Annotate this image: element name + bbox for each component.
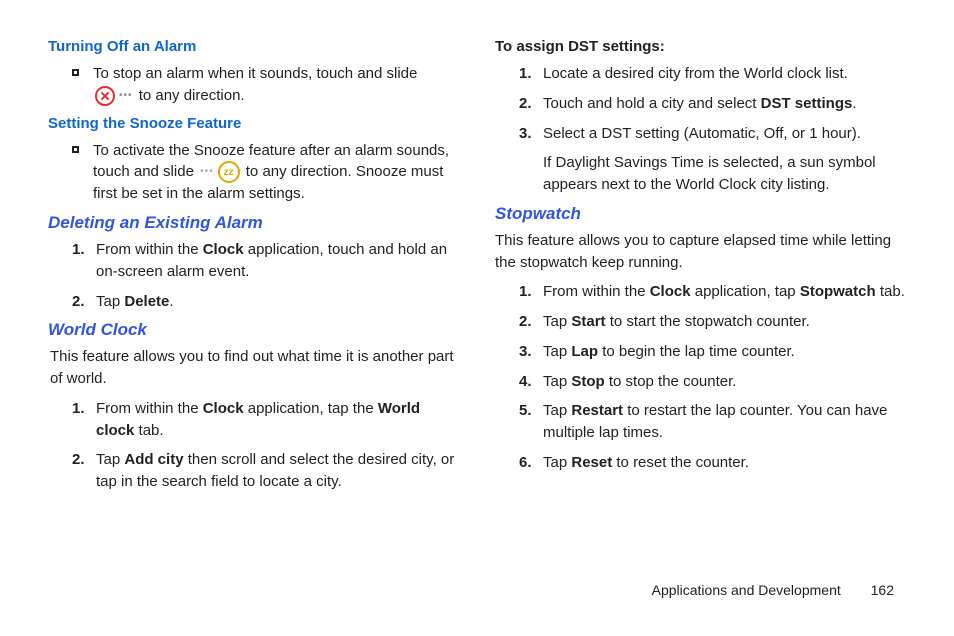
bullet-stop-alarm: To stop an alarm when it sounds, touch a… [72, 63, 459, 107]
text: tab. [134, 422, 163, 439]
footer-section: Applications and Development [652, 582, 841, 598]
text: Tap [543, 402, 571, 419]
bold-text: Stop [571, 373, 604, 390]
step-number: 2. [72, 449, 96, 471]
step-dst-2: 2. Touch and hold a city and select DST … [519, 93, 906, 115]
bold-text: Clock [203, 400, 244, 417]
heading-dst-settings: To assign DST settings: [495, 38, 906, 55]
step-number: 1. [519, 281, 543, 303]
step-text: Tap Delete. [96, 291, 174, 313]
bold-text: Delete [124, 293, 169, 310]
step-text: Tap Reset to reset the counter. [543, 452, 749, 474]
step-number: 2. [72, 291, 96, 313]
step-text: From within the Clock application, tap t… [96, 398, 459, 442]
square-bullet-icon [72, 69, 79, 76]
step-worldclock-1: 1. From within the Clock application, ta… [72, 398, 459, 442]
bold-text: DST settings [761, 95, 853, 112]
bullet-text: To stop an alarm when it sounds, touch a… [93, 63, 417, 107]
text: to any direction. [139, 87, 245, 104]
text: From within the [96, 241, 203, 258]
step-number: 6. [519, 452, 543, 474]
heading-world-clock: World Clock [48, 320, 459, 340]
snooze-zz-icon: zz [218, 161, 240, 183]
heading-deleting-alarm: Deleting an Existing Alarm [48, 213, 459, 233]
text: Tap [543, 313, 571, 330]
text: tab. [876, 283, 905, 300]
text: Tap [543, 373, 571, 390]
bold-text: Start [571, 313, 605, 330]
page-columns: Turning Off an Alarm To stop an alarm wh… [48, 38, 906, 501]
step-worldclock-2: 2. Tap Add city then scroll and select t… [72, 449, 459, 493]
step-number: 1. [72, 398, 96, 420]
heading-turning-off-alarm: Turning Off an Alarm [48, 38, 459, 55]
step-text: Tap Stop to stop the counter. [543, 371, 736, 393]
text: Tap [96, 293, 124, 310]
step-text: Locate a desired city from the World clo… [543, 63, 848, 85]
step-number: 1. [519, 63, 543, 85]
heading-snooze-feature: Setting the Snooze Feature [48, 115, 459, 132]
step-number: 1. [72, 239, 96, 261]
step-sw-1: 1. From within the Clock application, ta… [519, 281, 906, 303]
text: . [852, 95, 856, 112]
step-text: Touch and hold a city and select DST set… [543, 93, 857, 115]
text: application, tap the [244, 400, 378, 417]
step-number: 5. [519, 400, 543, 422]
step-number: 3. [519, 123, 543, 145]
text: To stop an alarm when it sounds, touch a… [93, 65, 417, 82]
bullet-snooze: To activate the Snooze feature after an … [72, 140, 459, 206]
step-text: From within the Clock application, tap S… [543, 281, 905, 303]
world-clock-intro: This feature allows you to find out what… [50, 346, 459, 390]
right-column: To assign DST settings: 1. Locate a desi… [495, 38, 906, 501]
text: From within the [96, 400, 203, 417]
bold-text: Add city [124, 451, 183, 468]
text: Tap [543, 343, 571, 360]
bullet-text: To activate the Snooze feature after an … [93, 140, 459, 206]
text: Tap [96, 451, 124, 468]
step-dst-1: 1. Locate a desired city from the World … [519, 63, 906, 85]
step-text: Select a DST setting (Automatic, Off, or… [543, 123, 861, 145]
text: Tap [543, 454, 571, 471]
step-text: From within the Clock application, touch… [96, 239, 459, 283]
text: to reset the counter. [612, 454, 749, 471]
text: From within the [543, 283, 650, 300]
page-footer: Applications and Development 162 [652, 582, 894, 598]
step-number: 4. [519, 371, 543, 393]
step-dst-3: 3. Select a DST setting (Automatic, Off,… [519, 123, 906, 145]
step-number: 3. [519, 341, 543, 363]
square-bullet-icon [72, 146, 79, 153]
step-delete-2: 2. Tap Delete. [72, 291, 459, 313]
step-dst-3-cont: If Daylight Savings Time is selected, a … [543, 152, 906, 196]
step-text: Tap Add city then scroll and select the … [96, 449, 459, 493]
text: application, tap [691, 283, 800, 300]
step-text: Tap Start to start the stopwatch counter… [543, 311, 810, 333]
left-column: Turning Off an Alarm To stop an alarm wh… [48, 38, 459, 501]
dismiss-x-icon [95, 86, 115, 106]
page-number: 162 [871, 582, 894, 598]
step-sw-3: 3. Tap Lap to begin the lap time counter… [519, 341, 906, 363]
text: to stop the counter. [605, 373, 737, 390]
bold-text: Lap [571, 343, 598, 360]
heading-stopwatch: Stopwatch [495, 204, 906, 224]
text: Touch and hold a city and select [543, 95, 761, 112]
step-text: Tap Restart to restart the lap counter. … [543, 400, 906, 444]
stopwatch-intro: This feature allows you to capture elaps… [495, 230, 906, 274]
step-sw-5: 5. Tap Restart to restart the lap counte… [519, 400, 906, 444]
bold-text: Stopwatch [800, 283, 876, 300]
text: . [169, 293, 173, 310]
step-sw-6: 6. Tap Reset to reset the counter. [519, 452, 906, 474]
step-sw-2: 2. Tap Start to start the stopwatch coun… [519, 311, 906, 333]
swipe-dots-icon: ••• [200, 165, 214, 180]
bold-text: Reset [571, 454, 612, 471]
swipe-dots-icon: ••• [119, 89, 133, 104]
step-number: 2. [519, 93, 543, 115]
bold-text: Restart [571, 402, 623, 419]
bold-text: Clock [650, 283, 691, 300]
step-number: 2. [519, 311, 543, 333]
step-delete-1: 1. From within the Clock application, to… [72, 239, 459, 283]
bold-text: Clock [203, 241, 244, 258]
text: to start the stopwatch counter. [606, 313, 810, 330]
step-text: Tap Lap to begin the lap time counter. [543, 341, 795, 363]
step-sw-4: 4. Tap Stop to stop the counter. [519, 371, 906, 393]
text: to begin the lap time counter. [598, 343, 795, 360]
